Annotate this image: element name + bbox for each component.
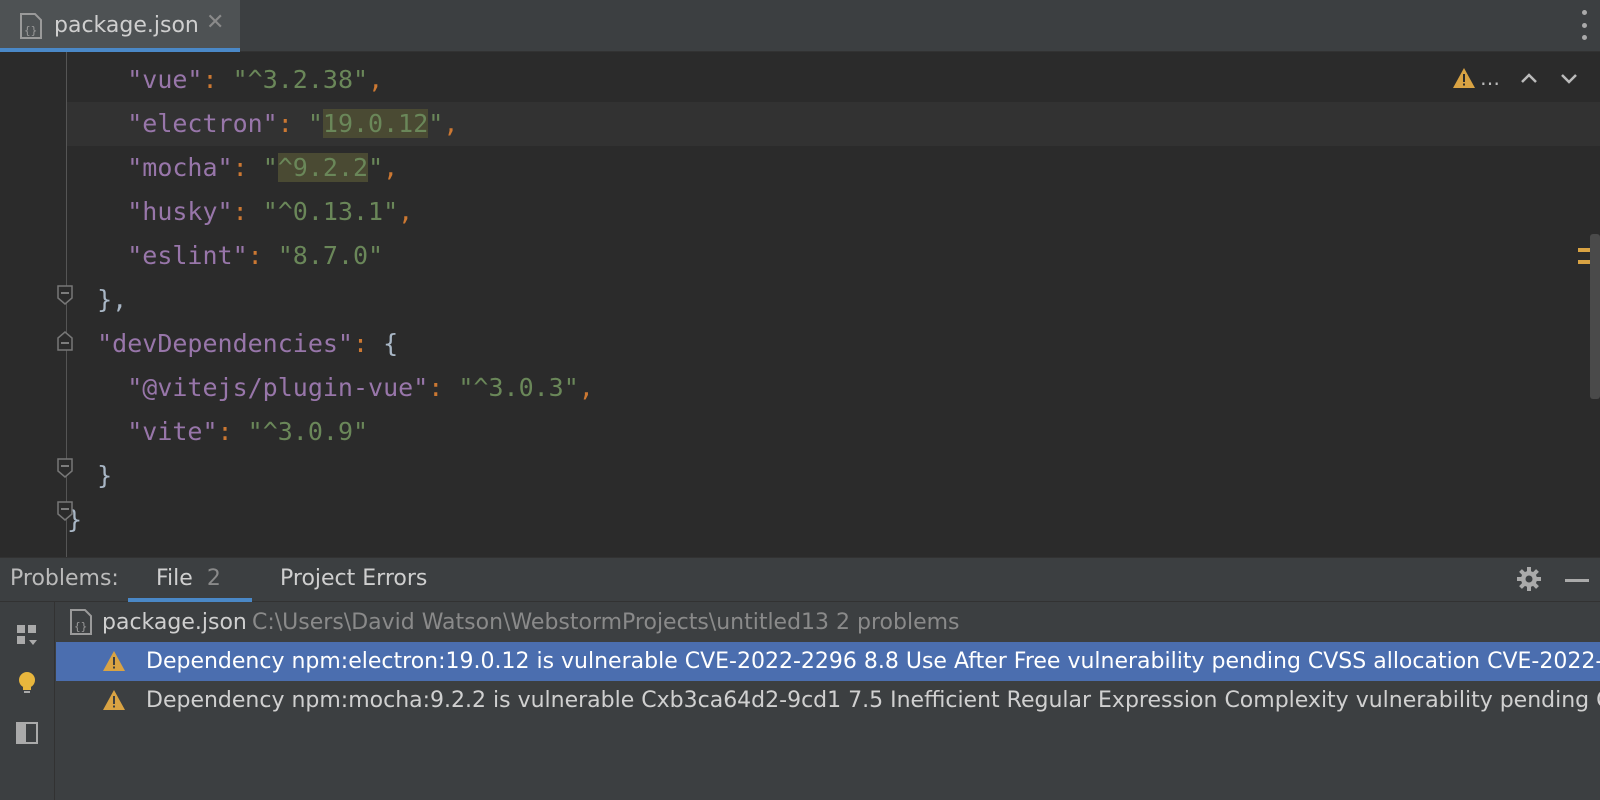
problems-toolbar	[0, 602, 55, 800]
chevron-down-icon[interactable]	[1558, 67, 1580, 89]
file-path: C:\Users\David Watson\WebstormProjects\u…	[252, 610, 960, 635]
code-line: "eslint": "8.7.0"	[127, 241, 384, 270]
editor-tab-bar: {} package.json ✕	[0, 0, 1600, 52]
fold-end-icon[interactable]	[56, 284, 74, 306]
code-line: "vite": "^3.0.9"	[127, 417, 369, 446]
tab-file[interactable]: File 2	[156, 566, 221, 591]
code-line: "husky": "^0.13.1",	[127, 197, 414, 226]
json-file-icon: {}	[70, 609, 92, 635]
fold-end-icon[interactable]	[56, 500, 74, 522]
preview-pane-icon[interactable]	[14, 720, 40, 746]
vulnerable-version-highlight: ^9.2.2	[277, 153, 369, 182]
problems-tool-window: Problems: File 2 Project Errors {} packa…	[0, 557, 1600, 800]
tab-label: package.json	[54, 13, 199, 38]
code-editor[interactable]: "vue": "^3.2.38", "electron": "19.0.12",…	[0, 52, 1600, 557]
warning-summary-label: …	[1480, 66, 1500, 90]
problem-text: Dependency npm:electron:19.0.12 is vulne…	[146, 649, 1600, 674]
problems-tree[interactable]: {} package.json C:\Users\David Watson\We…	[56, 602, 1600, 800]
code-line: "mocha": "^9.2.2",	[127, 153, 399, 182]
code-line: },	[67, 285, 128, 314]
fold-start-icon[interactable]	[56, 330, 74, 352]
tab-package-json[interactable]: {} package.json ✕	[0, 0, 240, 52]
problem-item[interactable]: Dependency npm:electron:19.0.12 is vulne…	[56, 642, 1600, 681]
lightbulb-icon[interactable]	[14, 670, 40, 696]
warning-icon	[103, 690, 125, 710]
code-line: "vue": "^3.2.38",	[127, 65, 384, 94]
code-line: "devDependencies": {	[97, 329, 399, 358]
warning-summary[interactable]: …	[1452, 66, 1500, 90]
problem-text: Dependency npm:mocha:9.2.2 is vulnerable…	[146, 688, 1600, 713]
json-file-icon: {}	[20, 13, 42, 39]
svg-text:{}: {}	[24, 24, 37, 37]
minimize-icon[interactable]	[1565, 579, 1589, 582]
warning-icon	[1453, 68, 1475, 88]
vertical-scrollbar[interactable]	[1590, 234, 1600, 399]
close-icon[interactable]: ✕	[206, 10, 224, 35]
gear-icon[interactable]	[1514, 564, 1544, 594]
code-line: "electron": "19.0.12",	[127, 109, 459, 138]
fold-end-icon[interactable]	[56, 457, 74, 479]
more-vertical-icon[interactable]	[1580, 10, 1588, 40]
file-name: package.json	[102, 610, 247, 635]
problems-header: Problems: File 2 Project Errors	[0, 557, 1600, 603]
vulnerable-version-highlight: 19.0.12	[322, 109, 429, 138]
problems-title: Problems:	[10, 566, 119, 591]
svg-text:{}: {}	[74, 620, 87, 633]
inspection-widget[interactable]: …	[1452, 66, 1580, 90]
chevron-up-icon[interactable]	[1518, 67, 1540, 89]
warning-icon	[103, 651, 125, 671]
problem-item[interactable]: Dependency npm:mocha:9.2.2 is vulnerable…	[56, 681, 1600, 720]
tab-project-errors[interactable]: Project Errors	[280, 566, 427, 591]
problem-count-badge: 2	[206, 566, 221, 591]
group-by-icon[interactable]	[14, 622, 40, 648]
problems-file-node[interactable]: {} package.json C:\Users\David Watson\We…	[56, 602, 1600, 642]
code-line: "@vitejs/plugin-vue": "^3.0.3",	[127, 373, 594, 402]
